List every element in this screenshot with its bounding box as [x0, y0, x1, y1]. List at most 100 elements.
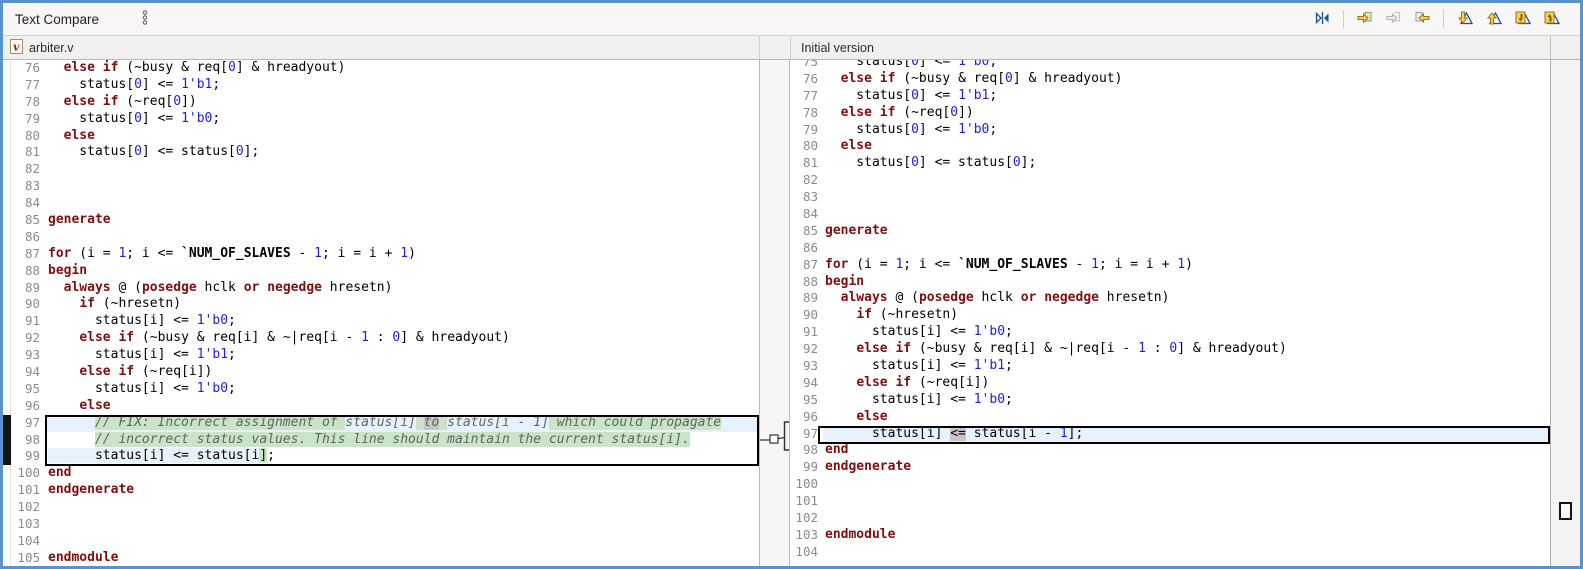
- right-code-line-98[interactable]: 98 end: [790, 442, 1550, 459]
- left-code-line-87[interactable]: 87 for (i = 1 ; i <= `NUM_OF_SLAVES - 1; i…: [3, 245, 759, 263]
- right-code-line-104[interactable]: 104: [790, 544, 1550, 561]
- code-text[interactable]: status[0] <= 1'b1;: [46, 77, 759, 94]
- left-code-line-102[interactable]: 102: [3, 499, 759, 517]
- code-text[interactable]: else if (~req[i]): [823, 375, 1550, 392]
- code-text[interactable]: else: [823, 409, 1550, 426]
- code-text[interactable]: [823, 510, 1550, 527]
- code-text[interactable]: status[0] <= 1'b0;: [823, 122, 1550, 139]
- swap-left-and-right-button[interactable]: [1312, 8, 1333, 30]
- next-difference-button[interactable]: [1454, 8, 1475, 30]
- code-text[interactable]: status[i] <= 1'b0;: [823, 392, 1550, 409]
- left-code-line-100[interactable]: 100 end: [3, 465, 759, 483]
- code-text[interactable]: begin: [46, 263, 759, 280]
- code-text[interactable]: generate: [823, 223, 1550, 240]
- left-code-line-88[interactable]: 88 begin: [3, 262, 759, 280]
- right-code-line-88[interactable]: 88 begin: [790, 274, 1550, 291]
- right-code-line-75[interactable]: 75 status[0] <= 1'b0;: [790, 60, 1550, 71]
- right-code-line-89[interactable]: 89 always @ (posedge hclk or negedge hre…: [790, 290, 1550, 307]
- right-code-line-93[interactable]: 93 status[i] <= 1'b1;: [790, 358, 1550, 375]
- left-code-line-89[interactable]: 89 always @ (posedge hclk or negedge hre…: [3, 279, 759, 297]
- previous-change-button[interactable]: [1541, 8, 1562, 30]
- code-text[interactable]: else if (~req[0]): [823, 105, 1550, 122]
- code-text[interactable]: [46, 229, 759, 246]
- right-code-line-91[interactable]: 91 status[i] <= 1'b0;: [790, 324, 1550, 341]
- right-code-line-94[interactable]: 94 else if (~req[i]): [790, 375, 1550, 392]
- right-code-line-92[interactable]: 92 else if (~busy & req[i] & ~|req[i - 1…: [790, 341, 1550, 358]
- code-text[interactable]: [823, 172, 1550, 189]
- left-code-line-104[interactable]: 104: [3, 532, 759, 550]
- code-text[interactable]: [823, 493, 1550, 510]
- left-code-line-95[interactable]: 95 status[i] <= 1'b0;: [3, 380, 759, 398]
- copy-all-from-left-to-right-button[interactable]: [1354, 8, 1375, 30]
- next-change-button[interactable]: [1512, 8, 1533, 30]
- right-code-line-96[interactable]: 96 else: [790, 409, 1550, 426]
- code-text[interactable]: [823, 189, 1550, 206]
- left-code-line-105[interactable]: 105 endmodule: [3, 549, 759, 566]
- code-text[interactable]: else if (~busy & req[0] & hreadyout): [46, 60, 759, 77]
- code-text[interactable]: [823, 476, 1550, 493]
- view-menu-button[interactable]: [141, 9, 149, 29]
- code-text[interactable]: generate: [46, 212, 759, 229]
- left-code-line-99[interactable]: 99 status[i] <= status[i];: [3, 448, 759, 466]
- right-code-line-101[interactable]: 101: [790, 493, 1550, 510]
- left-editor-pane[interactable]: 76 else if (~busy & req[0] & hreadyout) 7…: [3, 60, 759, 566]
- right-code-line-87[interactable]: 87 for (i = 1 ; i <= `NUM_OF_SLAVES - 1; i…: [790, 257, 1550, 274]
- code-text[interactable]: if (~hresetn): [823, 307, 1550, 324]
- code-text[interactable]: [46, 516, 759, 533]
- left-code-line-98[interactable]: 98 // incorrect status values. This line…: [3, 431, 759, 449]
- left-code-line-97[interactable]: 97 // FIX: Incorrect assignment of statu…: [3, 414, 759, 432]
- right-code-line-86[interactable]: 86: [790, 240, 1550, 257]
- left-code-line-101[interactable]: 101 endgenerate: [3, 482, 759, 500]
- left-code-line-77[interactable]: 77 status[0] <= 1'b1;: [3, 76, 759, 94]
- right-code-line-97[interactable]: 97 status[i] <= status[i - 1];: [790, 425, 1550, 443]
- code-text[interactable]: endmodule: [46, 550, 759, 566]
- diff-connector-icon[interactable]: [760, 60, 789, 568]
- right-editor-pane[interactable]: 75 status[0] <= 1'b0; 76 else if (~busy &…: [790, 60, 1550, 566]
- left-code-line-93[interactable]: 93 status[i] <= 1'b1;: [3, 347, 759, 365]
- code-text[interactable]: status[i] <= 1'b1;: [823, 358, 1550, 375]
- left-code-line-103[interactable]: 103: [3, 516, 759, 533]
- code-text[interactable]: // incorrect status values. This line sh…: [46, 431, 759, 449]
- code-text[interactable]: always @ (posedge hclk or negedge hreset…: [46, 280, 759, 297]
- left-code-line-85[interactable]: 85 generate: [3, 212, 759, 229]
- right-code-line-90[interactable]: 90 if (~hresetn): [790, 307, 1550, 324]
- left-code-line-90[interactable]: 90 if (~hresetn): [3, 296, 759, 314]
- copy-current-change-from-right-to-left-button[interactable]: [1412, 8, 1433, 30]
- code-text[interactable]: // FIX: Incorrect assignment of status[i…: [46, 414, 759, 432]
- code-text[interactable]: [46, 178, 759, 195]
- right-code-line-83[interactable]: 83: [790, 189, 1550, 206]
- code-text[interactable]: status[i] <= 1'b0;: [46, 313, 759, 330]
- right-code-line-80[interactable]: 80 else: [790, 138, 1550, 155]
- left-code-line-81[interactable]: 81 status[0] <= status[0];: [3, 144, 759, 162]
- left-code-line-80[interactable]: 80 else: [3, 127, 759, 145]
- code-text[interactable]: else if (~busy & req[i] & ~|req[i - 1 : …: [46, 330, 759, 347]
- code-text[interactable]: [823, 240, 1550, 257]
- right-code-line-84[interactable]: 84: [790, 206, 1550, 223]
- code-text[interactable]: status[0] <= 1'b0;: [823, 60, 1550, 71]
- code-text[interactable]: else: [823, 138, 1550, 155]
- code-text[interactable]: [823, 206, 1550, 223]
- right-code-line-102[interactable]: 102: [790, 510, 1550, 527]
- left-code-line-82[interactable]: 82: [3, 161, 759, 179]
- code-text[interactable]: status[i] <= 1'b0;: [823, 324, 1550, 341]
- overview-ruler[interactable]: [1550, 60, 1580, 566]
- copy-current-change-from-left-to-right-button[interactable]: [1383, 8, 1404, 30]
- code-text[interactable]: [46, 533, 759, 550]
- code-text[interactable]: status[i] <= 1'b1;: [46, 347, 759, 364]
- code-text[interactable]: else: [46, 128, 759, 145]
- code-text[interactable]: status[i] <= status[i];: [46, 448, 759, 465]
- previous-difference-button[interactable]: [1483, 8, 1504, 30]
- right-code-line-85[interactable]: 85 generate: [790, 223, 1550, 240]
- code-text[interactable]: if (~hresetn): [46, 296, 759, 313]
- right-code-line-79[interactable]: 79 status[0] <= 1'b0;: [790, 122, 1550, 139]
- left-code-line-83[interactable]: 83: [3, 178, 759, 196]
- code-text[interactable]: [46, 499, 759, 516]
- code-text[interactable]: for (i = 1 ; i <= `NUM_OF_SLAVES - 1; i =…: [46, 246, 759, 263]
- left-code-line-84[interactable]: 84: [3, 195, 759, 213]
- right-code-line-78[interactable]: 78 else if (~req[0]): [790, 105, 1550, 122]
- left-code-line-91[interactable]: 91 status[i] <= 1'b0;: [3, 313, 759, 331]
- code-text[interactable]: always @ (posedge hclk or negedge hreset…: [823, 290, 1550, 307]
- left-code-line-86[interactable]: 86: [3, 228, 759, 246]
- left-code-line-92[interactable]: 92 else if (~busy & req[i] & ~|req[i - 1…: [3, 330, 759, 348]
- code-text[interactable]: status[i] <= status[i - 1];: [823, 425, 1550, 443]
